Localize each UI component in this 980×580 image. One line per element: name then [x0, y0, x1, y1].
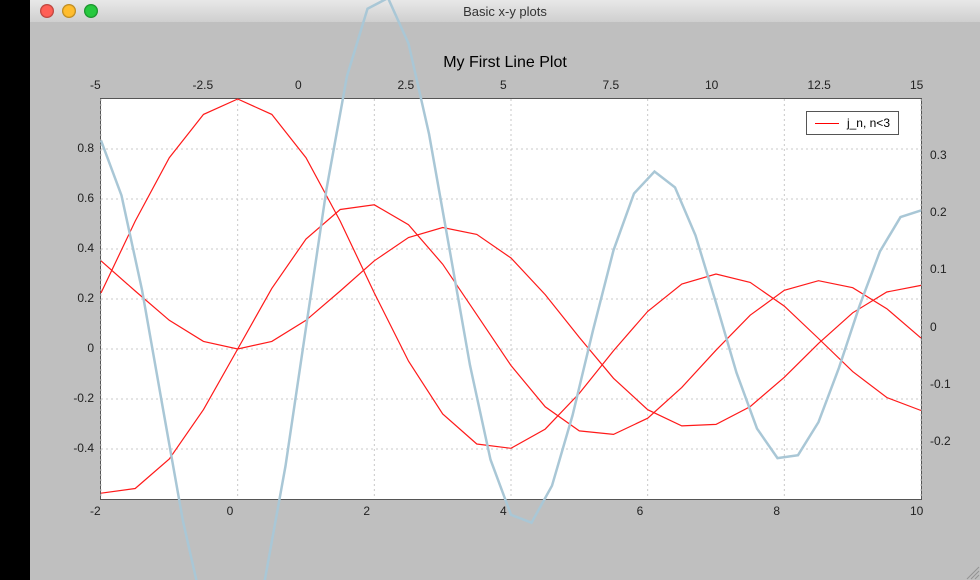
- tick-label: 10: [910, 504, 923, 518]
- tick-label: 0.2: [930, 205, 970, 219]
- window-controls: [30, 4, 98, 18]
- resize-grip-icon[interactable]: [964, 564, 980, 580]
- close-icon[interactable]: [40, 4, 54, 18]
- tick-label: 4: [500, 504, 507, 518]
- tick-label: 2.5: [398, 78, 415, 92]
- legend-swatch: [815, 123, 839, 124]
- tick-label: 0.8: [54, 141, 94, 155]
- tick-label: -0.2: [54, 391, 94, 405]
- tick-label: -0.1: [930, 377, 970, 391]
- tick-label: 12.5: [808, 78, 831, 92]
- minimize-icon[interactable]: [62, 4, 76, 18]
- tick-label: 5: [500, 78, 507, 92]
- plot-title: My First Line Plot: [30, 54, 980, 72]
- tick-label: 8: [773, 504, 780, 518]
- app-window: Basic x-y plots My First Line Plot -2 0 2 4…: [30, 0, 980, 580]
- tick-label: -2.5: [193, 78, 214, 92]
- tick-label: 0: [227, 504, 234, 518]
- client-area: My First Line Plot -2 0 2 4 6 8 10 -5 -2.5 0 2.5 5 7…: [30, 22, 980, 580]
- tick-label: 15: [910, 78, 923, 92]
- tick-label: 0.4: [54, 241, 94, 255]
- chart-svg: [101, 99, 921, 499]
- tick-label: 0.2: [54, 291, 94, 305]
- titlebar[interactable]: Basic x-y plots: [30, 0, 980, 23]
- tick-label: -5: [90, 78, 101, 92]
- zoom-icon[interactable]: [84, 4, 98, 18]
- tick-label: 0.1: [930, 262, 970, 276]
- legend-label: j_n, n<3: [847, 116, 890, 130]
- tick-label: -0.4: [54, 441, 94, 455]
- tick-label: 0.3: [930, 148, 970, 162]
- tick-label: 6: [637, 504, 644, 518]
- tick-label: 0: [295, 78, 302, 92]
- legend: j_n, n<3: [806, 111, 899, 135]
- tick-label: 7.5: [603, 78, 620, 92]
- plot-area: j_n, n<3: [100, 98, 922, 500]
- tick-label: 0.6: [54, 191, 94, 205]
- tick-label: -2: [90, 504, 101, 518]
- tick-label: -0.2: [930, 434, 970, 448]
- tick-label: 0: [930, 320, 970, 334]
- tick-label: 2: [363, 504, 370, 518]
- tick-label: 10: [705, 78, 718, 92]
- window-title: Basic x-y plots: [30, 4, 980, 19]
- tick-label: 0: [54, 341, 94, 355]
